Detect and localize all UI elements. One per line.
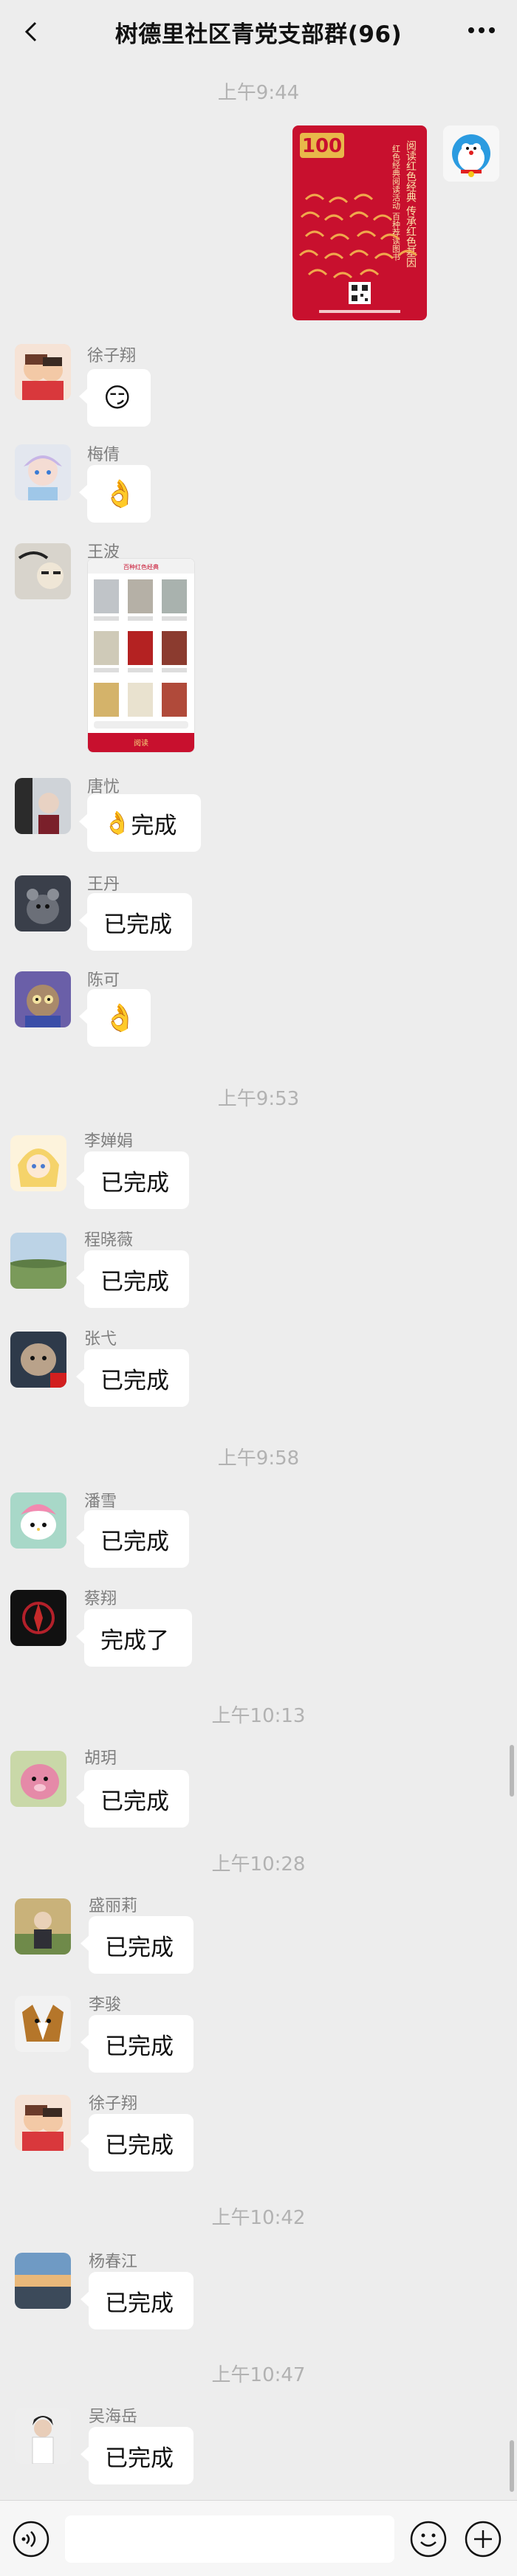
message-bubble[interactable]: 已完成	[81, 2015, 194, 2073]
avatar[interactable]	[15, 344, 71, 400]
ok-hand-emoji-icon: 👌	[103, 810, 131, 836]
sender-name: 吴海岳	[89, 2408, 138, 2426]
avatar[interactable]	[15, 971, 71, 1027]
avatar[interactable]	[15, 778, 71, 834]
message-bubble[interactable]: 😏	[79, 369, 151, 427]
avatar[interactable]	[10, 1135, 66, 1191]
message-text: 已完成	[100, 1169, 169, 1196]
message-bubble[interactable]: 已完成	[81, 2427, 194, 2484]
avatar[interactable]	[10, 1590, 66, 1646]
ok-hand-emoji-icon: 👌	[103, 479, 137, 509]
sender-name: 王丹	[87, 875, 120, 894]
message-bubble[interactable]: 已完成	[76, 1510, 189, 1568]
message-text: 已完成	[100, 1367, 169, 1394]
time-separator: 上午10:13	[211, 1705, 306, 1727]
shared-card-bottom-label: 阅读	[134, 738, 148, 748]
message-text: 已完成	[105, 2290, 174, 2317]
time-separator: 上午9:53	[217, 1088, 300, 1110]
poster-image[interactable]: 100 阅读红色经典 传承红色基因 红色经典阅读活动 百种荐读图书	[292, 125, 427, 320]
message-bubble[interactable]: 完成了	[76, 1609, 192, 1667]
smirk-emoji-icon: 😏	[103, 382, 131, 413]
sender-name: 李婵娟	[84, 1132, 134, 1151]
message-text: 完成	[131, 812, 177, 839]
message-text: 已完成	[100, 1268, 169, 1295]
sender-name: 李骏	[89, 1996, 122, 2014]
sender-name: 陈可	[87, 971, 120, 990]
message-bubble[interactable]: 👌	[79, 465, 151, 523]
avatar[interactable]	[10, 1751, 66, 1807]
message-text: 已完成	[105, 2033, 174, 2060]
message-text: 已完成	[105, 2132, 174, 2159]
avatar[interactable]	[15, 2408, 71, 2464]
ok-hand-emoji-icon: 👌	[103, 1003, 137, 1033]
message-bubble[interactable]: 已完成	[76, 1349, 189, 1407]
avatar[interactable]	[15, 444, 71, 500]
message-input[interactable]	[65, 2515, 394, 2563]
poster-vertical-text-2: 红色经典阅读活动 百种荐读图书	[391, 145, 401, 261]
sender-name: 杨春江	[89, 2253, 138, 2271]
sender-name: 盛丽莉	[89, 1897, 138, 1915]
message-text: 完成了	[100, 1627, 169, 1654]
avatar[interactable]	[10, 1233, 66, 1289]
avatar[interactable]	[15, 1996, 71, 2052]
poster-vertical-text-1: 阅读红色经典 传承红色基因	[405, 140, 417, 268]
message-text: 已完成	[105, 1934, 174, 1961]
scrollbar-thumb[interactable]	[510, 1745, 514, 1797]
sender-name: 潘雪	[84, 1492, 117, 1511]
time-separator: 上午10:42	[211, 2207, 306, 2229]
avatar[interactable]	[10, 1332, 66, 1388]
time-separator: 上午10:47	[211, 2364, 306, 2386]
message-bubble[interactable]: 已完成	[76, 1151, 189, 1209]
avatar[interactable]	[15, 1898, 71, 1955]
plus-icon[interactable]	[464, 2520, 502, 2558]
back-arrow-icon[interactable]	[21, 21, 43, 43]
message-bubble[interactable]: 👌 完成	[79, 794, 201, 852]
avatar[interactable]	[15, 2253, 71, 2309]
message-bubble[interactable]: 已完成	[81, 1916, 194, 1974]
avatar[interactable]	[15, 875, 71, 931]
message-bubble[interactable]: 已完成	[76, 1770, 189, 1828]
sender-name: 徐子翔	[89, 2095, 138, 2113]
sender-name: 徐子翔	[87, 347, 137, 365]
message-bubble[interactable]: 已完成	[79, 893, 192, 951]
scrollbar-thumb[interactable]	[510, 2440, 514, 2492]
voice-icon[interactable]	[12, 2520, 50, 2558]
message-text: 已完成	[105, 2445, 174, 2472]
avatar[interactable]	[10, 1492, 66, 1549]
sender-name: 梅倩	[87, 446, 120, 464]
chat-header: 树德里社区青党支部群(96)	[0, 0, 517, 63]
avatar[interactable]	[15, 543, 71, 599]
message-bubble[interactable]: 已完成	[76, 1250, 189, 1308]
message-text: 已完成	[100, 1788, 169, 1815]
sender-name: 蔡翔	[84, 1590, 117, 1608]
sender-name: 程晓薇	[84, 1231, 134, 1250]
sender-name: 胡玥	[84, 1749, 117, 1768]
message-bubble[interactable]: 已完成	[81, 2114, 194, 2172]
input-bar	[0, 2500, 517, 2576]
shared-card-header: 百种红色经典	[123, 563, 159, 571]
time-separator: 上午9:44	[217, 82, 300, 104]
message-text: 已完成	[100, 1528, 169, 1555]
self-avatar[interactable]	[443, 125, 499, 182]
avatar[interactable]	[15, 2095, 71, 2151]
sender-name: 张弋	[84, 1330, 117, 1349]
time-separator: 上午10:28	[211, 1853, 306, 1876]
poster-badge: 100	[302, 135, 342, 157]
time-separator: 上午9:58	[217, 1447, 300, 1470]
message-text: 已完成	[103, 911, 172, 938]
shared-book-list-image[interactable]: 百种红色经典 阅读	[87, 558, 195, 753]
message-bubble[interactable]: 已完成	[81, 2272, 194, 2329]
emoji-icon[interactable]	[409, 2520, 448, 2558]
message-bubble[interactable]: 👌	[79, 989, 151, 1047]
more-options-icon[interactable]	[465, 19, 498, 41]
chat-title: 树德里社区青党支部群(96)	[114, 21, 403, 48]
